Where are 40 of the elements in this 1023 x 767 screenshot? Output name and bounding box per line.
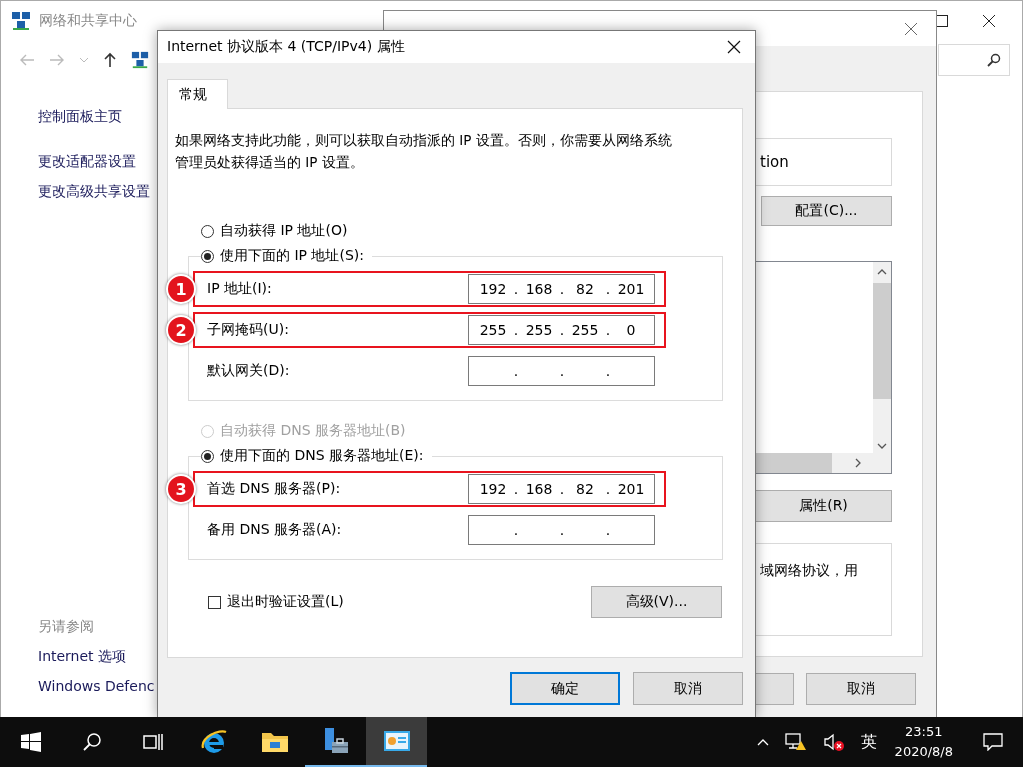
clock[interactable]: 23:51 2020/8/8 [894, 722, 953, 762]
clock-date: 2020/8/8 [894, 743, 953, 761]
clock-time: 23:51 [905, 723, 943, 741]
field-label: 备用 DNS 服务器(A): [207, 521, 342, 539]
sidebar-link[interactable]: 更改高级共享设置 [38, 176, 158, 206]
advanced-button[interactable]: 高级(V)... [591, 586, 722, 618]
see-also-link[interactable]: Internet 选项 [38, 641, 158, 671]
tab[interactable]: 常规 [167, 79, 228, 109]
cancel-button[interactable]: 取消 [806, 673, 916, 705]
ip-address-field[interactable]: . . . [468, 515, 655, 545]
window-title: 网络和共享中心 [39, 12, 137, 30]
ip-address-field[interactable]: 192 . 168 . 82 . 201 [468, 274, 655, 304]
sidebar-link[interactable]: 更改适配器设置 [38, 146, 158, 176]
description-text: 域网络协议，用 [760, 562, 858, 580]
sidebar-link[interactable]: 控制面板主页 [38, 101, 158, 131]
ip-address-field[interactable]: 192 . 168 . 82 . 201 [468, 474, 655, 504]
see-also-link[interactable]: Windows Defenc [38, 671, 158, 701]
number-badge: 2 [166, 315, 196, 345]
number-badge: 1 [166, 274, 196, 304]
ip-address-field[interactable]: . . . [468, 356, 655, 386]
radio-label: 自动获得 DNS 服务器地址(B) [220, 422, 406, 440]
field-label: 子网掩码(U): [207, 321, 289, 339]
radio-label: 使用下面的 DNS 服务器地址(E): [220, 447, 424, 465]
field-label: IP 地址(I): [207, 280, 272, 298]
field-label: 首选 DNS 服务器(P): [207, 480, 341, 498]
cancel-button[interactable]: 取消 [633, 672, 743, 705]
adapter-name: tion [760, 153, 789, 171]
description-text: 如果网络支持此功能，则可以获取自动指派的 IP 设置。否则，你需要从网络系统管理员处获得适当的 IP 设置。 [175, 131, 673, 172]
input-language[interactable]: 英 [860, 731, 877, 753]
configure-button[interactable]: 配置(C)... [761, 196, 892, 226]
number-badge: 3 [166, 474, 196, 504]
properties-button[interactable]: 属性(R) [755, 490, 892, 522]
ip-address-field[interactable]: 255 . 255 . 255 . 0 [468, 315, 655, 345]
ok-button[interactable]: 确定 [510, 672, 620, 705]
dialog-title: Internet 协议版本 4 (TCP/IPv4) 属性 [167, 38, 405, 56]
radio-label: 自动获得 IP 地址(O) [220, 222, 348, 240]
see-also-heading: 另请参阅 [38, 617, 95, 636]
radio-label: 使用下面的 IP 地址(S): [220, 247, 364, 265]
checkbox-label: 退出时验证设置(L) [227, 593, 344, 611]
field-label: 默认网关(D): [207, 362, 290, 380]
